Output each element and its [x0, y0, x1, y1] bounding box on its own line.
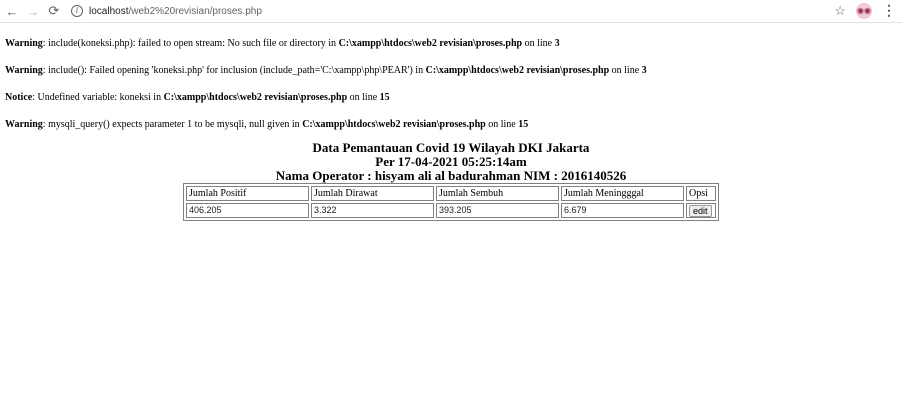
- message-line: 3: [554, 38, 560, 49]
- info-icon[interactable]: i: [71, 5, 83, 17]
- header-jumlah-dirawat: Jumlah Dirawat: [311, 186, 434, 201]
- cell-positif[interactable]: 406.205: [186, 203, 309, 218]
- message-on-line: on line: [609, 65, 642, 76]
- message-on-line: on line: [485, 119, 519, 130]
- php-messages: Warning: include(koneksi.php): failed to…: [5, 38, 897, 131]
- profile-avatar-icon[interactable]: ◉◉: [856, 2, 872, 19]
- message-on-line: on line: [347, 92, 380, 103]
- message-path: C:\xampp\htdocs\web2 revisian\proses.php: [302, 119, 486, 130]
- cell-opsi: edit: [686, 203, 716, 218]
- message-type: Notice: [5, 92, 33, 103]
- cell-meninggal[interactable]: 6.679: [561, 203, 684, 218]
- page-content: Warning: include(koneksi.php): failed to…: [0, 38, 902, 221]
- meninggal-value: 6.679: [564, 205, 587, 215]
- header-jumlah-sembuh: Jumlah Sembuh: [436, 186, 559, 201]
- php-message: Warning: include(): Failed opening 'kone…: [5, 65, 897, 77]
- php-message: Notice: Undefined variable: koneksi in C…: [5, 92, 897, 104]
- header-opsi: Opsi: [686, 186, 716, 201]
- forward-icon[interactable]: →: [24, 2, 42, 20]
- message-line: 3: [641, 65, 647, 76]
- php-message: Warning: include(koneksi.php): failed to…: [5, 38, 897, 50]
- message-text: : include(): Failed opening 'koneksi.php…: [42, 65, 426, 76]
- url-path: /web2%20revisian/proses.php: [128, 5, 262, 17]
- menu-icon[interactable]: ⋮: [882, 2, 896, 19]
- positif-value: 406.205: [189, 205, 222, 215]
- edit-button[interactable]: edit: [689, 204, 712, 217]
- covid-data-table: Jumlah Positif Jumlah Dirawat Jumlah Sem…: [183, 183, 719, 221]
- url-host: localhost: [89, 5, 129, 17]
- sembuh-value: 393.205: [439, 205, 472, 215]
- message-line: 15: [379, 92, 390, 103]
- browser-toolbar: ← → ⟳ i localhost/web2%20revisian/proses…: [0, 0, 902, 23]
- message-path: C:\xampp\htdocs\web2 revisian\proses.php: [163, 92, 348, 103]
- php-message: Warning: mysqli_query() expects paramete…: [5, 119, 897, 131]
- message-on-line: on line: [522, 38, 555, 49]
- page-title: Data Pemantauan Covid 19 Wilayah DKI Jak…: [312, 140, 590, 155]
- message-type: Warning: [5, 119, 43, 130]
- operator-heading: Nama Operator : hisyam ali al badurahman…: [275, 168, 627, 183]
- star-icon[interactable]: ☆: [834, 3, 846, 19]
- message-path: C:\xampp\htdocs\web2 revisian\proses.php: [338, 38, 523, 49]
- message-text: : include(koneksi.php): failed to open s…: [42, 38, 339, 49]
- reload-icon[interactable]: ⟳: [45, 2, 63, 20]
- header-jumlah-positif: Jumlah Positif: [186, 186, 309, 201]
- back-icon[interactable]: ←: [3, 2, 21, 20]
- message-path: C:\xampp\htdocs\web2 revisian\proses.php: [425, 65, 610, 76]
- message-text: : mysqli_query() expects parameter 1 to …: [42, 119, 303, 130]
- date-heading: Per 17-04-2021 05:25:14am: [375, 154, 527, 169]
- message-type: Warning: [5, 38, 43, 49]
- address-bar[interactable]: i localhost/web2%20revisian/proses.php: [71, 2, 262, 20]
- table-header-row: Jumlah Positif Jumlah Dirawat Jumlah Sem…: [186, 186, 716, 201]
- cell-sembuh[interactable]: 393.205: [436, 203, 559, 218]
- message-type: Warning: [5, 65, 43, 76]
- message-line: 15: [518, 119, 529, 130]
- dirawat-value: 3.322: [314, 205, 337, 215]
- header-jumlah-meninggal: Jumlah Meningggal: [561, 186, 684, 201]
- message-text: : Undefined variable: koneksi in: [32, 92, 164, 103]
- table-row: 406.205 3.322 393.205 6.679 edit: [186, 203, 716, 218]
- cell-dirawat[interactable]: 3.322: [311, 203, 434, 218]
